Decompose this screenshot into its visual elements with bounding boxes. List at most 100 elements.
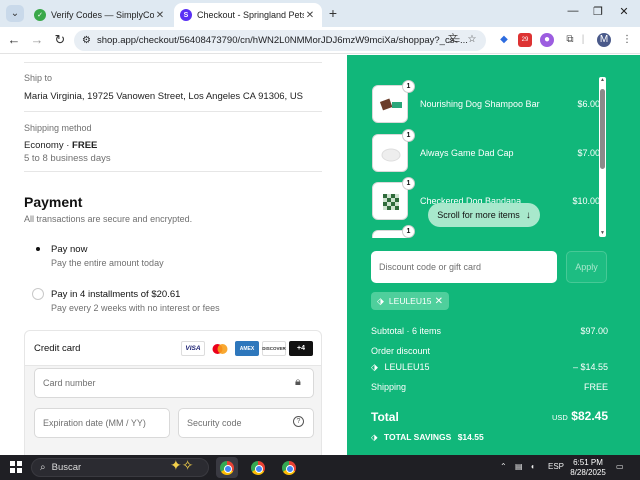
notifications-icon[interactable]: ▭: [616, 462, 624, 471]
scroll-up-icon[interactable]: ▲: [599, 77, 606, 83]
network-icon[interactable]: ▤: [515, 462, 523, 471]
new-tab-button[interactable]: +: [325, 5, 341, 21]
quantity-badge: 1: [402, 129, 415, 142]
tab-checkout[interactable]: S Checkout - Springland Pets ✕: [174, 3, 322, 27]
extension-circle-icon[interactable]: ●: [540, 33, 554, 47]
radio-installments[interactable]: [32, 288, 44, 300]
subtotal-row: Subtotal · 6 items $97.00: [371, 326, 608, 336]
card-number-input[interactable]: Card number: [34, 368, 314, 398]
site-info-icon[interactable]: ⚙: [82, 35, 91, 46]
scroll-down-icon[interactable]: ▼: [599, 230, 606, 236]
chrome-taskbar-icon[interactable]: [216, 457, 238, 478]
list-item: 1 Nourishing Dog Shampoo Bar $6.00: [372, 80, 600, 123]
language-indicator[interactable]: ESP: [548, 462, 564, 471]
apply-button[interactable]: Apply: [566, 251, 607, 283]
arrow-down-icon: ↓: [525, 209, 531, 221]
extensions-puzzle-icon[interactable]: ⧉: [563, 33, 577, 47]
shipping-label: Shipping: [371, 382, 407, 392]
order-discount-row: Order discount: [371, 346, 608, 356]
savings-value: $14.55: [457, 432, 484, 442]
divider: [24, 171, 322, 172]
scrollbar-thumb[interactable]: [600, 89, 605, 169]
total-currency: USD: [552, 413, 568, 422]
menu-kebab-icon[interactable]: ⋮: [620, 33, 634, 47]
order-summary-panel: 1 Nourishing Dog Shampoo Bar $6.00 1 Alw…: [347, 55, 640, 455]
item-price: $6.00: [577, 99, 600, 109]
simplycodes-icon: ✓: [34, 9, 46, 21]
subtotal-label: Subtotal · 6 items: [371, 326, 442, 336]
clock[interactable]: 6:51 PM 8/28/2025: [568, 458, 608, 478]
option-pay-now[interactable]: Pay now Pay the entire amount today: [24, 241, 322, 281]
discount-code-row: ⬗ LEULEU15 – $14.55: [371, 362, 608, 373]
copilot-sparkle-icon[interactable]: ✦✧: [170, 457, 193, 474]
list-item: 1 Always Game Dad Cap $7.00: [372, 129, 600, 172]
tag-icon: ⬗: [371, 362, 378, 372]
chrome-taskbar-icon[interactable]: [247, 457, 269, 478]
ship-to-label: Ship to: [24, 73, 53, 83]
tab-verify-codes[interactable]: ✓ Verify Codes — SimplyCodes ✕: [28, 3, 172, 27]
address-bar[interactable]: ⚙ shop.app/checkout/56408473790/cn/hWN2L…: [74, 30, 486, 51]
security-code-input[interactable]: Security code ?: [178, 408, 314, 438]
item-price: $7.00: [577, 148, 600, 158]
item-price: $10.00: [572, 196, 600, 206]
divider: [24, 111, 322, 112]
tab-search-button[interactable]: ⌄: [6, 5, 24, 22]
back-button[interactable]: ←: [6, 32, 22, 48]
subtotal-value: $97.00: [580, 326, 608, 336]
search-icon: ⌕: [40, 462, 46, 473]
profile-avatar[interactable]: M: [597, 33, 611, 47]
quantity-badge: 1: [402, 225, 415, 238]
reload-button[interactable]: ↻: [52, 32, 68, 48]
shipping-row: Shipping FREE: [371, 382, 608, 392]
visa-icon: VISA: [181, 341, 205, 356]
radio-pay-now[interactable]: [32, 243, 44, 255]
tag-icon: ⬗: [377, 295, 384, 306]
discover-icon: DISCOVER: [262, 341, 286, 356]
shipping-eta: 5 to 8 business days: [24, 153, 111, 164]
shipping-method-price: FREE: [72, 140, 98, 151]
applied-code-text: LEULEU15: [388, 296, 432, 306]
help-icon[interactable]: ?: [293, 416, 304, 427]
discount-value: – $14.55: [572, 362, 608, 372]
close-window-icon[interactable]: ✕: [617, 5, 631, 18]
url-text: shop.app/checkout/56408473790/cn/hWN2L0N…: [96, 35, 468, 46]
minimize-icon[interactable]: —: [566, 5, 580, 17]
windows-start-icon[interactable]: [10, 461, 22, 473]
list-item: 1: [372, 225, 600, 238]
extension-badge-icon[interactable]: 29: [518, 33, 532, 47]
shipping-method-name: Economy ·: [24, 140, 73, 151]
bookmark-star-icon[interactable]: ☆: [465, 33, 479, 47]
lock-icon: 🔒︎: [295, 376, 301, 388]
tray-overflow-icon[interactable]: ⌃: [500, 462, 507, 471]
total-savings: ⬗ TOTAL SAVINGS $14.55: [371, 432, 484, 443]
clock-date: 8/28/2025: [570, 468, 606, 477]
total-amount: $82.45: [571, 409, 608, 423]
expiration-input[interactable]: Expiration date (MM / YY): [34, 408, 170, 438]
item-name: Nourishing Dog Shampoo Bar: [420, 99, 540, 109]
search-placeholder: Buscar: [51, 462, 82, 473]
close-icon[interactable]: ✕: [304, 10, 316, 21]
item-name: Always Game Dad Cap: [420, 148, 514, 158]
volume-icon[interactable]: ◖: [530, 462, 535, 471]
credit-card-label: Credit card: [34, 343, 81, 354]
option-installments[interactable]: Pay in 4 installments of $20.61 Pay ever…: [24, 286, 322, 326]
extension-shield-icon[interactable]: ◆: [497, 33, 511, 47]
quantity-badge: 1: [402, 80, 415, 93]
discount-code-input[interactable]: Discount code or gift card: [371, 251, 557, 283]
close-icon[interactable]: ✕: [154, 10, 166, 21]
clock-time: 6:51 PM: [573, 458, 603, 467]
divider: [24, 62, 322, 63]
restore-icon[interactable]: ❐: [591, 5, 605, 18]
scroll-more-button[interactable]: Scroll for more items ↓: [428, 203, 540, 227]
amex-icon: AMEX: [235, 341, 259, 356]
security-code-placeholder: Security code: [187, 418, 242, 428]
remove-code-icon[interactable]: ✕: [435, 296, 443, 307]
credit-card-header[interactable]: Credit card VISA AMEX DISCOVER +4: [25, 331, 321, 366]
option-subtitle: Pay every 2 weeks with no interest or fe…: [51, 303, 220, 313]
translate-icon[interactable]: 文: [446, 33, 460, 47]
forward-button[interactable]: →: [29, 32, 45, 48]
chrome-taskbar-icon[interactable]: [278, 457, 300, 478]
total-label: Total: [371, 410, 399, 424]
toolbar-divider: |: [581, 34, 585, 45]
ship-to-value: Maria Virginia, 19725 Vanowen Street, Lo…: [24, 91, 304, 102]
